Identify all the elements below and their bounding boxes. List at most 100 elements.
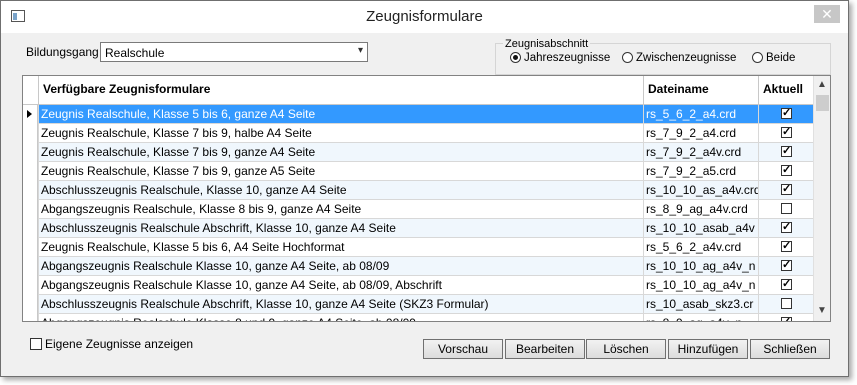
radio-label: Beide: [766, 52, 796, 64]
scroll-up-icon[interactable]: ▲: [817, 79, 827, 90]
aktuell-cell: ✓: [758, 219, 813, 238]
formular-grid: Verfügbare Zeugnisformulare Dateiname Ak…: [22, 75, 831, 322]
formular-name-cell: Abgangszeugnis Realschule Klasse 10, gan…: [38, 276, 643, 295]
current-row-arrow-icon: [27, 110, 32, 118]
formular-name-cell: Zeugnis Realschule, Klasse 7 bis 9, ganz…: [38, 143, 643, 162]
dialog-window: Zeugnisformulare ✕ Bildungsgang Realschu…: [0, 0, 849, 377]
eigene-zeugnisse-label: Eigene Zeugnisse anzeigen: [45, 337, 194, 351]
aktuell-checkbox[interactable]: ✓: [781, 165, 792, 176]
checkbox-box: [30, 338, 42, 350]
table-row[interactable]: Abschlusszeugnis Realschule, Klasse 10, …: [23, 181, 813, 200]
row-header: [23, 181, 38, 200]
table-row[interactable]: Abgangszeugnis Realschule Klasse 10, gan…: [23, 257, 813, 276]
aktuell-checkbox[interactable]: ✓: [781, 184, 792, 195]
aktuell-checkbox[interactable]: [781, 298, 792, 309]
formular-name-cell: Abschlusszeugnis Realschule, Klasse 10, …: [38, 181, 643, 200]
aktuell-checkbox[interactable]: ✓: [781, 108, 792, 119]
aktuell-cell: ✓: [758, 124, 813, 143]
table-row[interactable]: Abschlusszeugnis Realschule Abschrift, K…: [23, 219, 813, 238]
aktuell-cell: ✓: [758, 162, 813, 181]
dateiname-cell: rs_8_9_ag_a4v.crd: [643, 200, 758, 219]
formular-name-cell: Abschlusszeugnis Realschule Abschrift, K…: [38, 295, 643, 314]
formular-name-cell: Zeugnis Realschule, Klasse 5 bis 6, A4 S…: [38, 238, 643, 257]
row-header: [23, 162, 38, 181]
table-row[interactable]: Abgangszeugnis Realschule Klasse 8 und 9…: [23, 314, 813, 321]
formular-name-cell: Abgangszeugnis Realschule Klasse 10, gan…: [38, 257, 643, 276]
row-header: [23, 105, 38, 124]
loeschen-button[interactable]: Löschen: [586, 339, 666, 359]
title-bar[interactable]: Zeugnisformulare ✕: [1, 1, 848, 33]
radio-label: Zwischenzeugnisse: [636, 52, 737, 64]
aktuell-checkbox[interactable]: ✓: [781, 317, 792, 321]
formular-name-cell: Zeugnis Realschule, Klasse 7 bis 9, halb…: [38, 124, 643, 143]
dateiname-cell: rs_5_6_2_a4v.crd: [643, 238, 758, 257]
aktuell-cell: ✓: [758, 238, 813, 257]
dateiname-cell: rs_5_6_2_a4.crd: [643, 105, 758, 124]
aktuell-cell: ✓: [758, 314, 813, 321]
table-row[interactable]: Zeugnis Realschule, Klasse 5 bis 6, A4 S…: [23, 238, 813, 257]
aktuell-cell: ✓: [758, 105, 813, 124]
grid-header: Verfügbare Zeugnisformulare Dateiname Ak…: [23, 76, 813, 105]
aktuell-cell: [758, 295, 813, 314]
formular-name-cell: Zeugnis Realschule, Klasse 5 bis 6, ganz…: [38, 105, 643, 124]
radio-unselected-icon: [622, 52, 633, 63]
radio-zwischenzeugnisse[interactable]: Zwischenzeugnisse: [622, 52, 736, 66]
table-row[interactable]: Abgangszeugnis Realschule Klasse 10, gan…: [23, 276, 813, 295]
zeugnisabschnitt-title: Zeugnisabschnitt: [503, 38, 591, 50]
schliessen-button[interactable]: Schließen: [750, 339, 830, 359]
radio-unselected-icon: [752, 52, 763, 63]
aktuell-checkbox[interactable]: ✓: [781, 146, 792, 157]
table-row[interactable]: Zeugnis Realschule, Klasse 7 bis 9, ganz…: [23, 143, 813, 162]
aktuell-checkbox[interactable]: ✓: [781, 279, 792, 290]
dateiname-cell: rs_10_10_asab_a4v: [643, 219, 758, 238]
table-row[interactable]: Zeugnis Realschule, Klasse 7 bis 9, halb…: [23, 124, 813, 143]
dateiname-cell: rs_7_9_2_a4.crd: [643, 124, 758, 143]
aktuell-cell: ✓: [758, 181, 813, 200]
aktuell-checkbox[interactable]: ✓: [781, 222, 792, 233]
eigene-zeugnisse-checkbox[interactable]: Eigene Zeugnisse anzeigen: [30, 337, 193, 351]
aktuell-checkbox[interactable]: ✓: [781, 127, 792, 138]
aktuell-checkbox[interactable]: [781, 203, 792, 214]
vertical-scrollbar[interactable]: ▲ ▼: [813, 76, 830, 321]
hinzufuegen-button[interactable]: Hinzufügen: [668, 339, 748, 359]
row-header: [23, 295, 38, 314]
row-header: [23, 219, 38, 238]
table-row[interactable]: Abschlusszeugnis Realschule Abschrift, K…: [23, 295, 813, 314]
radio-beide[interactable]: Beide: [752, 52, 795, 66]
bildungsgang-value: Realschule: [105, 46, 165, 60]
column-header-dateiname[interactable]: Dateiname: [643, 76, 758, 104]
window-title: Zeugnisformulare: [366, 8, 483, 25]
dateiname-cell: rs_10_asab_skz3.cr: [643, 295, 758, 314]
bearbeiten-button[interactable]: Bearbeiten: [505, 339, 585, 359]
row-header: [23, 314, 38, 321]
scroll-thumb[interactable]: [816, 95, 829, 111]
radio-selected-icon: [510, 52, 521, 63]
scroll-down-icon[interactable]: ▼: [817, 305, 827, 316]
table-row[interactable]: Abgangszeugnis Realschule, Klasse 8 bis …: [23, 200, 813, 219]
table-row[interactable]: Zeugnis Realschule, Klasse 5 bis 6, ganz…: [23, 105, 813, 124]
column-header-aktuell[interactable]: Aktuell: [758, 76, 813, 104]
formular-name-cell: Abgangszeugnis Realschule Klasse 8 und 9…: [38, 314, 643, 321]
aktuell-cell: [758, 200, 813, 219]
radio-jahreszeugnisse[interactable]: Jahreszeugnisse: [510, 52, 610, 66]
vorschau-button[interactable]: Vorschau: [423, 339, 503, 359]
bildungsgang-select[interactable]: Realschule ▾: [100, 42, 368, 62]
aktuell-checkbox[interactable]: ✓: [781, 241, 792, 252]
formular-name-cell: Zeugnis Realschule, Klasse 7 bis 9, ganz…: [38, 162, 643, 181]
dateiname-cell: rs_8_9_ag_a4v_n: [643, 314, 758, 321]
row-header: [23, 200, 38, 219]
dateiname-cell: rs_10_10_ag_a4v_n: [643, 276, 758, 295]
aktuell-cell: ✓: [758, 143, 813, 162]
row-header: [23, 124, 38, 143]
table-row[interactable]: Zeugnis Realschule, Klasse 7 bis 9, ganz…: [23, 162, 813, 181]
column-header-formulare[interactable]: Verfügbare Zeugnisformulare: [38, 76, 643, 104]
row-header: [23, 257, 38, 276]
aktuell-checkbox[interactable]: ✓: [781, 260, 792, 271]
close-button[interactable]: ✕: [814, 5, 840, 23]
chevron-down-icon: ▾: [357, 45, 363, 56]
row-header: [23, 143, 38, 162]
dateiname-cell: rs_10_10_ag_a4v_n: [643, 257, 758, 276]
dateiname-cell: rs_7_9_2_a4v.crd: [643, 143, 758, 162]
radio-label: Jahreszeugnisse: [524, 52, 611, 64]
aktuell-cell: ✓: [758, 276, 813, 295]
